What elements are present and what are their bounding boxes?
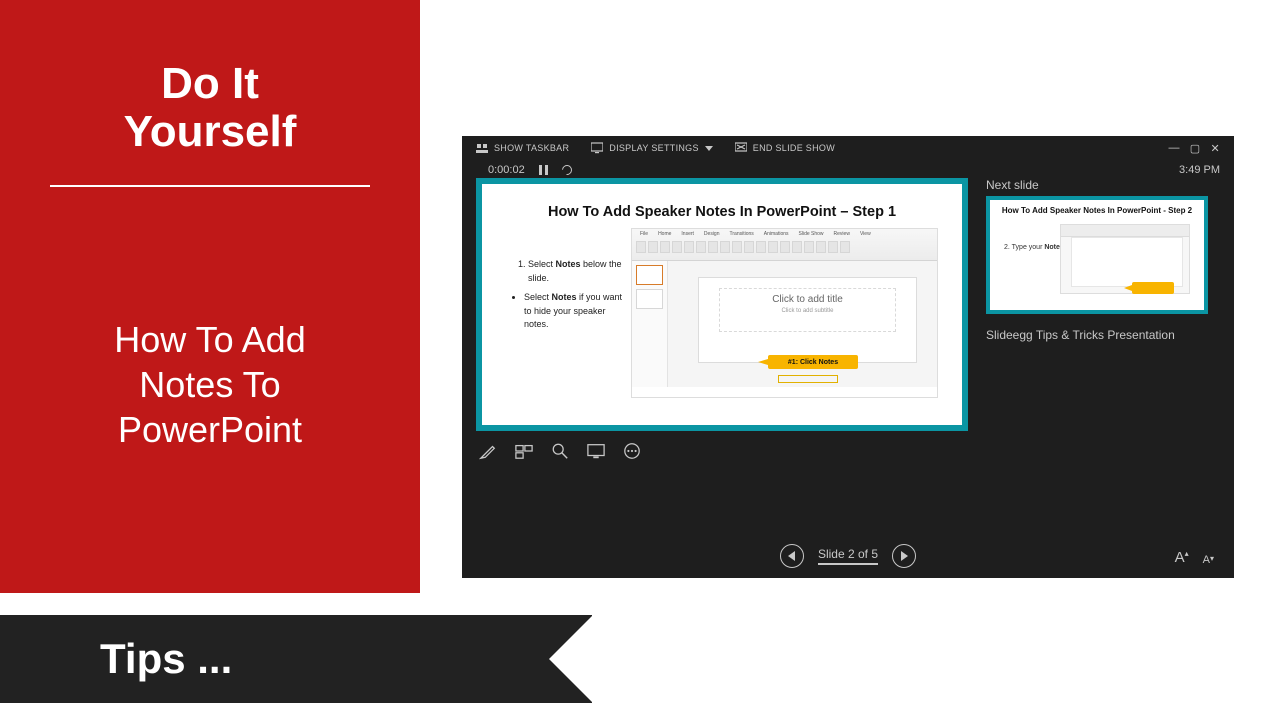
decrease-font-button[interactable]: A▾: [1203, 554, 1214, 566]
minimize-button[interactable]: —: [1168, 142, 1179, 155]
taskbar-icon: [476, 142, 488, 154]
presenter-toolbar: SHOW TASKBAR DISPLAY SETTINGS END SLIDE …: [462, 136, 1234, 160]
slide-counter: Slide 2 of 5: [818, 547, 878, 565]
presentation-title: Slideegg Tips & Tricks Presentation: [986, 328, 1220, 342]
current-slide-preview[interactable]: How To Add Speaker Notes In PowerPoint –…: [476, 178, 968, 431]
black-screen-button[interactable]: [586, 441, 606, 461]
wall-clock: 3:49 PM: [1179, 164, 1220, 176]
window-controls: — ▢ ✕: [1168, 142, 1220, 155]
current-slide-title: How To Add Speaker Notes In PowerPoint –…: [506, 198, 938, 220]
pp-thumbnail-pane: [632, 261, 668, 387]
maximize-button[interactable]: ▢: [1190, 142, 1201, 155]
pen-tool-button[interactable]: [478, 441, 498, 461]
pp-editing-canvas: Click to add title Click to add subtitle…: [668, 261, 937, 387]
click-notes-callout: #1: Click Notes: [768, 355, 858, 369]
subtitle: How To Add Notes To PowerPoint: [0, 317, 420, 452]
arrow-right-icon: [901, 551, 908, 561]
pp-ribbon: FileHomeInsertDesignTransitionsAnimation…: [632, 229, 937, 261]
subtitle-line3: PowerPoint: [0, 407, 420, 452]
instruction-step-1: Select Notes below the slide.: [528, 258, 625, 285]
end-show-icon: [735, 142, 747, 154]
more-options-button[interactable]: [622, 441, 642, 461]
next-slide-preview[interactable]: How To Add Speaker Notes In PowerPoint -…: [986, 196, 1208, 314]
zoom-button[interactable]: [550, 441, 570, 461]
next-slide-column: Next slide How To Add Speaker Notes In P…: [986, 178, 1220, 471]
restart-timer-button[interactable]: [560, 163, 574, 177]
subtitle-line2: Notes To: [0, 362, 420, 407]
diy-heading-line1: Do It: [0, 60, 420, 108]
tips-text: Tips ...: [0, 615, 592, 703]
pause-button[interactable]: [539, 165, 548, 175]
increase-font-button[interactable]: A▴: [1175, 549, 1189, 566]
display-settings-label: DISPLAY SETTINGS: [609, 143, 699, 153]
next-slide-label: Next slide: [986, 178, 1220, 192]
subtitle-line1: How To Add: [0, 317, 420, 362]
next-slide-title: How To Add Speaker Notes In PowerPoint -…: [990, 200, 1204, 215]
presenter-status-bar: 0:00:02 3:49 PM: [462, 160, 1234, 178]
next-slide-step-text: 2. Type your Notes: [1004, 244, 1064, 251]
see-all-slides-button[interactable]: [514, 441, 534, 461]
notes-button-highlight: [778, 375, 838, 383]
display-settings-button[interactable]: DISPLAY SETTINGS: [591, 142, 713, 154]
end-slideshow-button[interactable]: END SLIDE SHOW: [735, 142, 835, 154]
heading-divider: [50, 185, 370, 187]
next-slide-callout: [1132, 282, 1174, 294]
presenter-view-window: SHOW TASKBAR DISPLAY SETTINGS END SLIDE …: [462, 136, 1234, 578]
arrow-left-icon: [788, 551, 795, 561]
notes-font-controls: A▴ A▾: [1175, 549, 1214, 566]
tips-ribbon: Tips ...: [0, 615, 592, 703]
pp-thumb-active: [636, 265, 663, 285]
prev-slide-button[interactable]: [780, 544, 804, 568]
current-slide-inner: How To Add Speaker Notes In PowerPoint –…: [506, 198, 938, 411]
next-slide-button[interactable]: [892, 544, 916, 568]
presenter-tools-row: [476, 431, 968, 471]
current-slide-column: How To Add Speaker Notes In PowerPoint –…: [476, 178, 968, 471]
diy-heading: Do It Yourself: [0, 0, 420, 157]
instruction-step-2: Select Notes if you want to hide your sp…: [524, 291, 625, 332]
end-slideshow-label: END SLIDE SHOW: [753, 143, 835, 153]
monitor-icon: [591, 142, 603, 154]
presenter-content-row: How To Add Speaker Notes In PowerPoint –…: [462, 178, 1234, 471]
pp-slide-canvas: Click to add title Click to add subtitle: [698, 277, 917, 363]
show-taskbar-button[interactable]: SHOW TASKBAR: [476, 142, 569, 154]
show-taskbar-label: SHOW TASKBAR: [494, 143, 569, 153]
elapsed-timer: 0:00:02: [488, 164, 525, 176]
diy-heading-line2: Yourself: [0, 108, 420, 156]
embedded-powerpoint-mock: FileHomeInsertDesignTransitionsAnimation…: [631, 228, 938, 398]
slide-instruction-text: Select Notes below the slide. Select Not…: [506, 228, 631, 398]
chevron-down-icon: [705, 146, 713, 151]
slide-navigation: Slide 2 of 5: [462, 544, 1234, 568]
pp-thumb: [636, 289, 663, 309]
slide-stage: Do It Yourself How To Add Notes To Power…: [0, 0, 1280, 720]
close-button[interactable]: ✕: [1210, 142, 1220, 155]
red-panel: Do It Yourself How To Add Notes To Power…: [0, 0, 420, 593]
